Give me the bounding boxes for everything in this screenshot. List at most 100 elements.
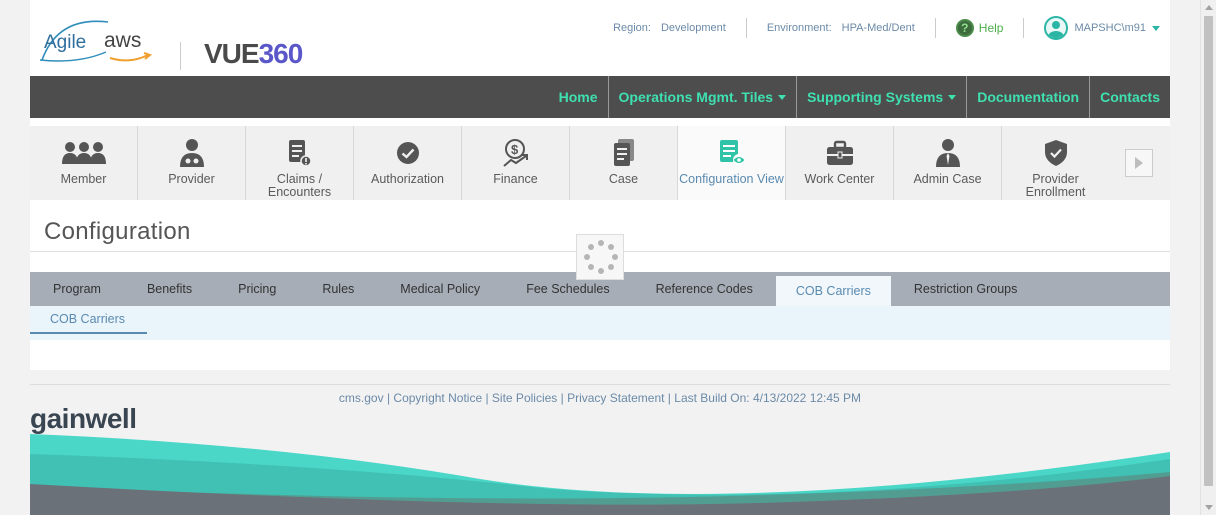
footer-links: cms.gov | Copyright Notice | Site Polici… bbox=[338, 391, 862, 405]
help-label: Help bbox=[978, 21, 1004, 35]
tab-benefits[interactable]: Benefits bbox=[124, 272, 215, 306]
aws-logo-text: aws bbox=[104, 29, 141, 52]
region-info: Region: Development bbox=[593, 18, 747, 38]
tab-cob-carriers[interactable]: COB Carriers bbox=[775, 276, 891, 306]
tile-configuration-label: Configuration View bbox=[679, 172, 784, 186]
tab-pricing[interactable]: Pricing bbox=[215, 272, 299, 306]
tab-reference-codes[interactable]: Reference Codes bbox=[633, 272, 776, 306]
vertical-scrollbar[interactable] bbox=[1200, 0, 1216, 515]
nav-documentation[interactable]: Documentation bbox=[966, 76, 1089, 118]
tile-provider[interactable]: Provider bbox=[138, 126, 246, 200]
module-tiles: Member Provider Claims / Encounters Auth… bbox=[30, 126, 1170, 200]
footer-link-copyright[interactable]: Copyright Notice bbox=[393, 391, 482, 405]
chevron-down-icon bbox=[778, 94, 787, 100]
scroll-up-icon[interactable] bbox=[1205, 5, 1213, 10]
user-avatar-icon bbox=[1044, 16, 1069, 40]
tiles-next-button[interactable] bbox=[1108, 126, 1170, 200]
nav-supporting-systems[interactable]: Supporting Systems bbox=[796, 76, 966, 118]
top-nav: Home Operations Mgmt. Tiles Supporting S… bbox=[30, 76, 1170, 118]
scrollbar-thumb[interactable] bbox=[1204, 16, 1213, 486]
tile-work-center[interactable]: Work Center bbox=[786, 126, 894, 200]
dollar-hand-icon: $ bbox=[502, 138, 530, 168]
tile-provider-enrollment-label: Provider Enrollment bbox=[1025, 172, 1086, 199]
nav-operations-mgmt-tiles[interactable]: Operations Mgmt. Tiles bbox=[607, 76, 797, 118]
tile-provider-label: Provider bbox=[168, 172, 215, 186]
tab-medical-policy-label: Medical Policy bbox=[400, 282, 481, 296]
tile-member-label: Member bbox=[60, 172, 107, 186]
vue360-logo[interactable]: VUE360 bbox=[204, 38, 304, 70]
header: Agile aws VUE360 Region: Development Env… bbox=[30, 0, 1170, 76]
check-circle-icon bbox=[396, 138, 420, 168]
tile-case-label: Case bbox=[608, 172, 639, 186]
scroll-down-icon[interactable] bbox=[1205, 505, 1213, 510]
tile-finance-label: Finance bbox=[493, 172, 538, 186]
region-value: Development bbox=[660, 22, 726, 34]
svg-text:$: $ bbox=[511, 142, 519, 157]
loading-spinner bbox=[576, 234, 624, 280]
tile-claims[interactable]: Claims / Encounters bbox=[246, 126, 354, 200]
tab-rules[interactable]: Rules bbox=[299, 272, 377, 306]
footer-wave-graphic bbox=[30, 434, 1170, 515]
tab-rules-label: Rules bbox=[322, 282, 355, 296]
footer-link-cms[interactable]: cms.gov bbox=[339, 391, 384, 405]
tab-program[interactable]: Program bbox=[30, 272, 124, 306]
vue-logo-number: 360 bbox=[258, 38, 304, 69]
gainwell-logo-text: gainwell bbox=[30, 404, 136, 434]
tile-finance[interactable]: $ Finance bbox=[462, 126, 570, 200]
footer-link-privacy[interactable]: Privacy Statement bbox=[567, 391, 664, 405]
user-menu[interactable]: MAPSHC\m91 bbox=[1024, 16, 1160, 40]
nav-contacts-label: Contacts bbox=[1100, 89, 1160, 105]
footer-divider bbox=[30, 384, 1170, 385]
tab-medical-policy[interactable]: Medical Policy bbox=[377, 272, 503, 306]
tab-restriction-groups-label: Restriction Groups bbox=[913, 282, 1018, 296]
page-title: Configuration bbox=[44, 218, 191, 245]
briefcase-icon bbox=[826, 138, 854, 168]
tab-restriction-groups[interactable]: Restriction Groups bbox=[891, 272, 1041, 306]
help-link[interactable]: ? Help bbox=[936, 18, 1025, 38]
chevron-down-icon bbox=[948, 94, 957, 100]
tile-claims-label: Claims / Encounters bbox=[267, 172, 332, 199]
tile-authorization-label: Authorization bbox=[371, 172, 444, 186]
logo-divider bbox=[180, 42, 181, 70]
tab-pricing-label: Pricing bbox=[238, 282, 277, 296]
nav-operations-label: Operations Mgmt. Tiles bbox=[618, 89, 774, 105]
document-icon bbox=[613, 138, 635, 168]
region-label: Region: bbox=[613, 22, 651, 34]
shield-check-icon bbox=[1044, 138, 1068, 168]
tile-authorization[interactable]: Authorization bbox=[354, 126, 462, 200]
footer-build-info: Last Build On: 4/13/2022 12:45 PM bbox=[674, 391, 862, 405]
nav-home-label: Home bbox=[558, 89, 598, 105]
environment-label: Environment: bbox=[766, 22, 832, 34]
footer-link-site-policies[interactable]: Site Policies bbox=[492, 391, 557, 405]
tile-admin-case[interactable]: Admin Case bbox=[894, 126, 1002, 200]
tile-configuration-view[interactable]: Configuration View bbox=[678, 126, 786, 200]
tab-fee-schedules-label: Fee Schedules bbox=[526, 282, 610, 296]
app-container: Agile aws VUE360 Region: Development Env… bbox=[30, 0, 1170, 515]
claims-icon bbox=[287, 138, 313, 168]
tile-member[interactable]: Member bbox=[30, 126, 138, 200]
tab-benefits-label: Benefits bbox=[146, 282, 193, 296]
doctor-icon bbox=[179, 138, 205, 168]
nav-contacts[interactable]: Contacts bbox=[1089, 76, 1170, 118]
tile-provider-enrollment[interactable]: Provider Enrollment bbox=[1002, 126, 1110, 200]
nav-documentation-label: Documentation bbox=[977, 89, 1080, 105]
header-info: Region: Development Environment: HPA-Med… bbox=[593, 16, 1160, 40]
config-list-icon bbox=[718, 138, 746, 168]
admin-person-icon bbox=[935, 138, 961, 168]
subtab-cob-carriers[interactable]: COB Carriers bbox=[30, 306, 147, 334]
footer: cms.gov | Copyright Notice | Site Polici… bbox=[30, 370, 1170, 515]
environment-info: Environment: HPA-Med/Dent bbox=[747, 18, 936, 38]
agile-logo-text: Agile bbox=[44, 32, 86, 53]
tile-case[interactable]: Case bbox=[570, 126, 678, 200]
cob-subnav: COB Carriers bbox=[30, 306, 1170, 340]
tile-work-center-label: Work Center bbox=[804, 172, 875, 186]
nav-home[interactable]: Home bbox=[549, 76, 608, 118]
user-name: MAPSHC\m91 bbox=[1074, 22, 1146, 34]
agile-aws-logo[interactable]: Agile aws bbox=[38, 14, 160, 68]
chevron-down-icon bbox=[1152, 25, 1160, 31]
environment-value: HPA-Med/Dent bbox=[841, 22, 915, 34]
help-icon: ? bbox=[955, 19, 974, 37]
tab-program-label: Program bbox=[53, 282, 101, 296]
tab-cob-carriers-label: COB Carriers bbox=[795, 284, 871, 298]
tab-reference-codes-label: Reference Codes bbox=[655, 282, 753, 296]
